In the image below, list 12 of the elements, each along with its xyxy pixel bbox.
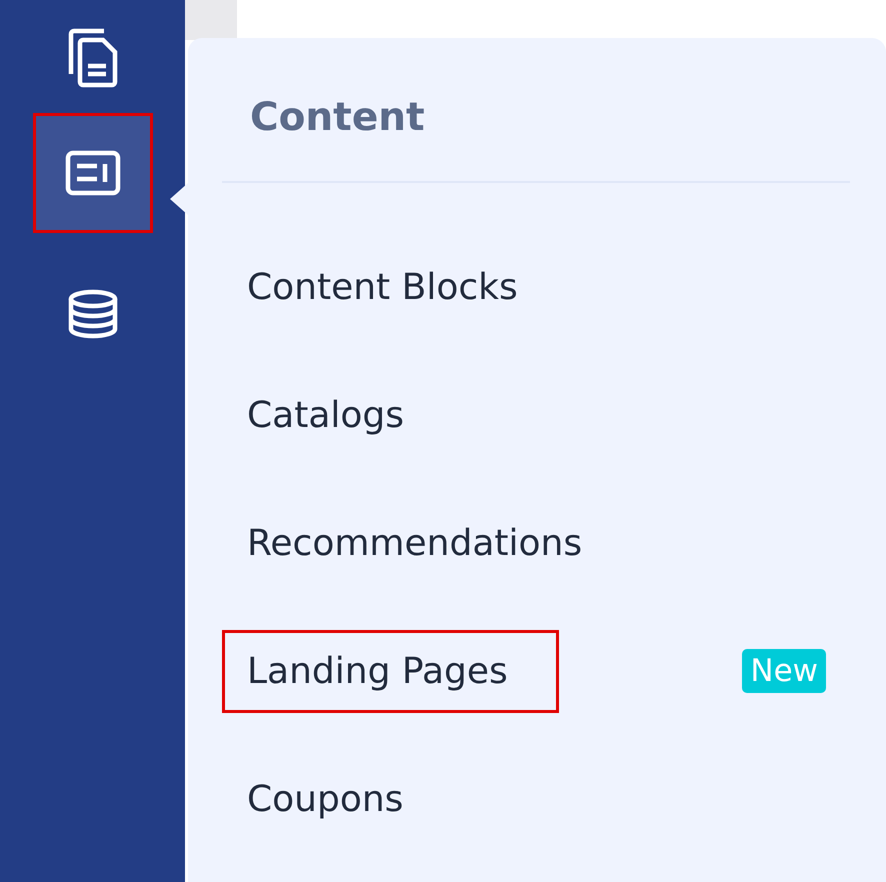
sidebar-button[interactable] <box>36 116 150 230</box>
menu-item[interactable]: Coupons <box>222 758 454 840</box>
new-badge: New <box>742 649 826 693</box>
background-strip <box>185 0 237 40</box>
menu-title: Content <box>250 98 426 137</box>
database-icon <box>66 289 118 339</box>
menu-item[interactable]: Catalogs <box>222 374 456 456</box>
documents-icon <box>66 28 118 88</box>
menu-item[interactable]: Landing Pages <box>222 630 559 712</box>
menu-item[interactable]: Content Blocks <box>222 246 569 328</box>
layout-icon <box>64 150 120 196</box>
menu-item[interactable]: Recommendations <box>222 502 634 584</box>
